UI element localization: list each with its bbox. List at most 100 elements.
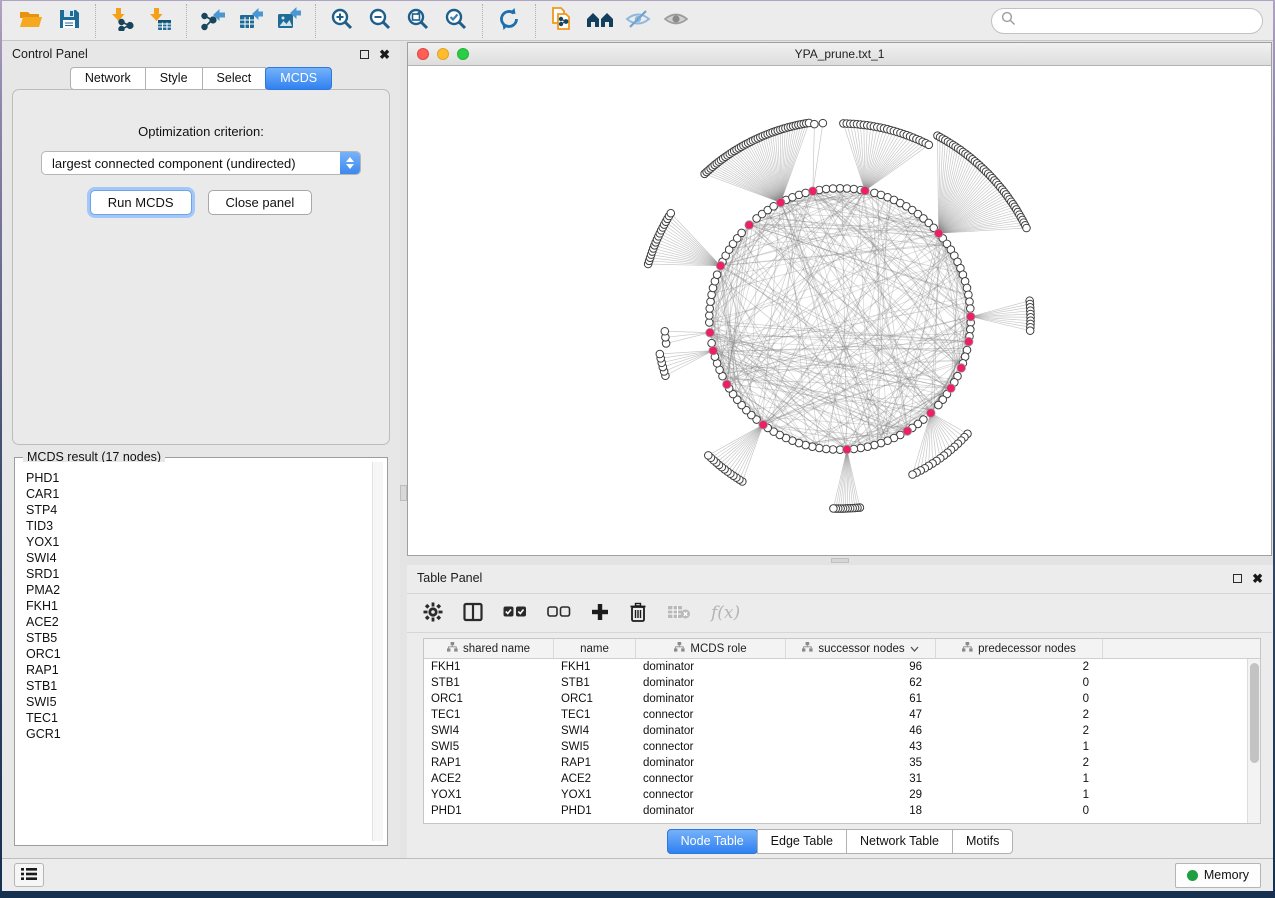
network-leaf-node[interactable] — [830, 505, 838, 513]
tab-node-table[interactable]: Node Table — [667, 829, 758, 854]
table-scrollbar[interactable] — [1247, 659, 1260, 823]
export-table-button[interactable] — [234, 5, 268, 37]
zoom-in-button[interactable] — [325, 5, 359, 37]
tab-network-table[interactable]: Network Table — [846, 829, 953, 854]
column-header-successor-nodes[interactable]: successor nodes — [786, 639, 936, 658]
table-row[interactable]: YOX1YOX1connector291 — [424, 787, 1247, 803]
network-hub-node[interactable] — [776, 198, 785, 207]
show-panels-button[interactable] — [14, 863, 44, 887]
memory-button[interactable]: Memory — [1175, 863, 1261, 888]
network-node[interactable] — [966, 298, 974, 306]
network-hub-node[interactable] — [947, 384, 956, 393]
window-close-button[interactable] — [417, 48, 429, 60]
export-network-button[interactable] — [196, 5, 230, 37]
horizontal-splitter-handle[interactable] — [831, 558, 849, 563]
mcds-result-item[interactable]: PHD1 — [26, 470, 383, 486]
mcds-result-item[interactable]: FKH1 — [26, 598, 383, 614]
network-node[interactable] — [706, 312, 714, 320]
network-node[interactable] — [967, 326, 975, 334]
network-hub-node[interactable] — [745, 221, 754, 230]
close-panel-button[interactable]: Close panel — [208, 190, 313, 215]
network-node[interactable] — [708, 291, 716, 299]
deselect-all-rows-button[interactable] — [547, 605, 571, 622]
tab-style[interactable]: Style — [145, 67, 203, 90]
network-hub-node[interactable] — [709, 346, 718, 355]
mcds-result-item[interactable]: ORC1 — [26, 646, 383, 662]
column-header-shared-name[interactable]: shared name — [424, 639, 554, 658]
network-node[interactable] — [802, 189, 810, 197]
table-scrollbar-thumb[interactable] — [1250, 663, 1259, 763]
network-hub-node[interactable] — [964, 337, 973, 346]
network-leaf-node[interactable] — [819, 119, 827, 127]
mcds-result-item[interactable]: SWI4 — [26, 550, 383, 566]
column-header-name[interactable]: name — [554, 639, 636, 658]
network-hub-node[interactable] — [903, 427, 912, 436]
network-hub-node[interactable] — [966, 312, 975, 321]
table-row[interactable]: RAP1RAP1dominator352 — [424, 755, 1247, 771]
tab-edge-table[interactable]: Edge Table — [757, 829, 847, 854]
show-columns-button[interactable] — [463, 602, 483, 625]
window-maximize-button[interactable] — [457, 48, 469, 60]
save-session-button[interactable] — [52, 5, 86, 37]
vertical-splitter[interactable] — [400, 41, 407, 858]
network-hub-node[interactable] — [861, 186, 870, 195]
network-node[interactable] — [829, 185, 837, 193]
network-node[interactable] — [935, 401, 943, 409]
network-leaf-node[interactable] — [1023, 224, 1031, 232]
network-node[interactable] — [967, 305, 975, 313]
float-panel-icon[interactable] — [1233, 574, 1242, 583]
column-header-predecessor-nodes[interactable]: predecessor nodes — [936, 639, 1103, 658]
export-image-button[interactable] — [272, 5, 306, 37]
network-hub-node[interactable] — [723, 380, 732, 389]
mcds-result-item[interactable]: SWI5 — [26, 694, 383, 710]
mcds-result-item[interactable]: TID3 — [26, 518, 383, 534]
network-node[interactable] — [822, 445, 830, 453]
mcds-result-item[interactable]: STP4 — [26, 502, 383, 518]
mcds-result-item[interactable]: RAP1 — [26, 662, 383, 678]
network-node[interactable] — [706, 305, 714, 313]
table-row[interactable]: STB1STB1dominator620 — [424, 675, 1247, 691]
delete-column-button[interactable] — [629, 602, 647, 625]
mcds-result-item[interactable]: TEC1 — [26, 710, 383, 726]
tab-motifs[interactable]: Motifs — [952, 829, 1013, 854]
network-hub-node[interactable] — [957, 364, 966, 373]
zoom-out-button[interactable] — [363, 5, 397, 37]
zoom-selected-button[interactable] — [439, 5, 473, 37]
run-mcds-button[interactable]: Run MCDS — [90, 190, 192, 215]
horizontal-splitter[interactable] — [407, 556, 1273, 565]
table-row[interactable]: SWI4SWI4dominator462 — [424, 723, 1247, 739]
table-settings-button[interactable] — [423, 602, 443, 625]
network-hub-node[interactable] — [934, 229, 943, 238]
mcds-result-item[interactable]: ACE2 — [26, 614, 383, 630]
close-panel-icon[interactable]: ✖ — [1252, 572, 1263, 585]
search-input[interactable] — [1016, 13, 1253, 29]
network-node[interactable] — [836, 184, 844, 192]
mcds-result-item[interactable]: STB5 — [26, 630, 383, 646]
show-all-button[interactable] — [659, 5, 693, 37]
table-row[interactable]: SWI5SWI5connector431 — [424, 739, 1247, 755]
zoom-fit-button[interactable] — [401, 5, 435, 37]
network-leaf-node[interactable] — [909, 471, 917, 479]
close-panel-icon[interactable]: ✖ — [379, 48, 390, 61]
network-hub-node[interactable] — [843, 445, 852, 454]
import-network-button[interactable] — [105, 5, 139, 37]
table-row[interactable]: TEC1TEC1connector472 — [424, 707, 1247, 723]
mcds-result-item[interactable]: YOX1 — [26, 534, 383, 550]
network-node[interactable] — [706, 319, 714, 327]
function-builder-button[interactable]: f(x) — [711, 603, 740, 623]
network-node[interactable] — [850, 185, 858, 193]
import-table-button[interactable] — [143, 5, 177, 37]
table-row[interactable]: FKH1FKH1dominator962 — [424, 659, 1247, 675]
clear-table-button[interactable] — [667, 604, 691, 623]
mcds-result-item[interactable]: SRD1 — [26, 566, 383, 582]
tab-mcds[interactable]: MCDS — [265, 67, 332, 90]
network-node[interactable] — [965, 291, 973, 299]
network-leaf-node[interactable] — [661, 327, 669, 335]
network-leaf-node[interactable] — [705, 452, 713, 460]
table-row[interactable]: ORC1ORC1dominator610 — [424, 691, 1247, 707]
mcds-list-scrollbar[interactable] — [372, 462, 383, 841]
network-leaf-node[interactable] — [1026, 327, 1034, 335]
mcds-result-item[interactable]: PMA2 — [26, 582, 383, 598]
network-node[interactable] — [708, 339, 716, 347]
network-window-titlebar[interactable]: YPA_prune.txt_1 — [408, 43, 1271, 66]
